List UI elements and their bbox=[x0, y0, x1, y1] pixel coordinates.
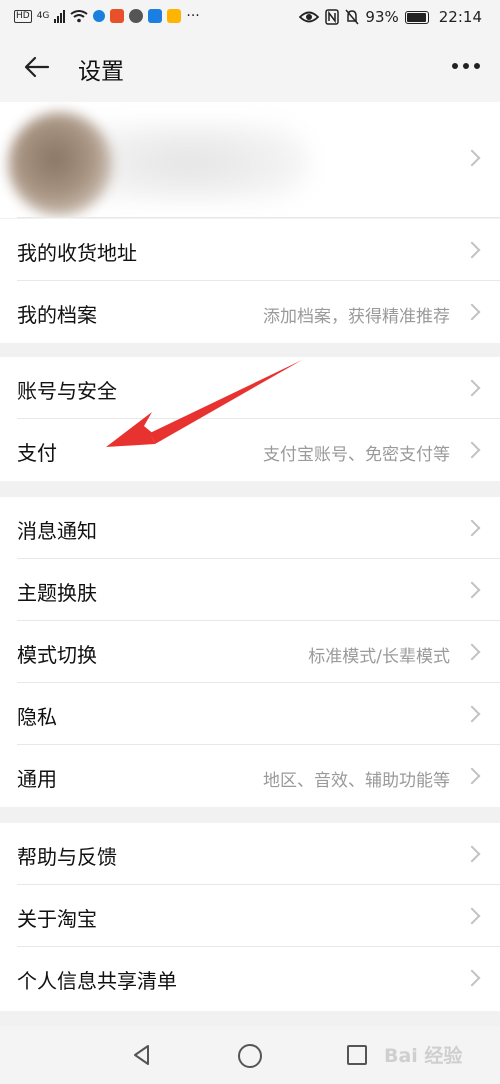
nav-home-icon[interactable] bbox=[238, 1044, 262, 1068]
menu-item-about-taobao[interactable]: 关于淘宝 bbox=[0, 885, 500, 947]
status-bar-left: HD 4G ··· bbox=[14, 8, 200, 24]
menu-item-help-feedback[interactable]: 帮助与反馈 bbox=[0, 823, 500, 885]
chevron-right-icon bbox=[463, 149, 481, 167]
chevron-right-icon bbox=[463, 581, 481, 599]
nav-back-icon[interactable] bbox=[130, 1043, 154, 1067]
battery-icon bbox=[404, 10, 429, 24]
chevron-right-icon bbox=[463, 241, 481, 259]
menu-item-notifications[interactable]: 消息通知 bbox=[0, 497, 500, 559]
menu-item-info-sharing-list[interactable]: 个人信息共享清单 bbox=[0, 947, 500, 1011]
menu-item-hint: 添加档案，获得精准推荐 bbox=[263, 307, 450, 327]
chevron-right-icon bbox=[463, 643, 481, 661]
menu-item-payment[interactable]: 支付 支付宝账号、免密支付等 bbox=[0, 419, 500, 481]
profile-card[interactable] bbox=[0, 102, 500, 218]
more-options-icon[interactable] bbox=[452, 63, 480, 69]
menu-item-label: 消息通知 bbox=[17, 519, 97, 543]
avatar bbox=[8, 112, 112, 216]
watermark: Bai 经验 bbox=[384, 1045, 463, 1067]
chevron-right-icon bbox=[463, 303, 481, 321]
status-bar: HD 4G ··· 93% 22:14 bbox=[0, 0, 500, 36]
menu-item-mode-switch[interactable]: 模式切换 标准模式/长辈模式 bbox=[0, 621, 500, 683]
app-notification-icon bbox=[129, 9, 144, 23]
nav-recents-icon[interactable] bbox=[347, 1045, 367, 1065]
app-notification-icon bbox=[93, 10, 106, 22]
menu-item-label: 模式切换 bbox=[17, 643, 97, 667]
menu-item-hint: 标准模式/长辈模式 bbox=[308, 647, 450, 667]
battery-percent: 93% bbox=[365, 8, 399, 26]
wifi-icon bbox=[70, 10, 89, 23]
hd-badge: HD bbox=[14, 9, 32, 23]
menu-item-label: 通用 bbox=[17, 767, 57, 791]
menu-item-label: 我的收货地址 bbox=[17, 241, 137, 265]
menu-item-theme[interactable]: 主题换肤 bbox=[0, 559, 500, 621]
menu-item-hint: 支付宝账号、免密支付等 bbox=[263, 445, 450, 465]
chevron-right-icon bbox=[463, 705, 481, 723]
menu-item-label: 关于淘宝 bbox=[17, 907, 97, 931]
chevron-right-icon bbox=[463, 907, 481, 925]
status-bar-right: 93% 22:14 bbox=[299, 8, 482, 26]
signal-icon bbox=[54, 9, 66, 23]
menu-item-label: 支付 bbox=[17, 441, 57, 465]
eye-icon bbox=[299, 11, 320, 23]
app-notification-icon bbox=[167, 9, 182, 23]
menu-item-privacy[interactable]: 隐私 bbox=[0, 683, 500, 745]
chevron-right-icon bbox=[463, 969, 481, 987]
menu-item-account-security[interactable]: 账号与安全 bbox=[0, 357, 500, 419]
chevron-right-icon bbox=[463, 441, 481, 459]
menu-item-hint: 地区、音效、辅助功能等 bbox=[263, 771, 450, 791]
divider bbox=[17, 217, 500, 218]
top-app-bar: 设置 bbox=[0, 36, 500, 102]
menu-item-general[interactable]: 通用 地区、音效、辅助功能等 bbox=[0, 745, 500, 807]
menu-item-my-profile[interactable]: 我的档案 添加档案，获得精准推荐 bbox=[0, 281, 500, 343]
menu-item-label: 账号与安全 bbox=[17, 379, 117, 403]
menu-item-label: 隐私 bbox=[17, 705, 57, 729]
menu-item-label: 个人信息共享清单 bbox=[17, 969, 177, 993]
menu-item-label: 帮助与反馈 bbox=[17, 845, 117, 869]
system-nav-bar: Bai 经验 bbox=[0, 1026, 500, 1084]
clock: 22:14 bbox=[438, 8, 482, 26]
back-arrow-icon[interactable] bbox=[22, 52, 52, 82]
chevron-right-icon bbox=[463, 519, 481, 537]
more-notifications-icon: ··· bbox=[186, 8, 200, 24]
menu-item-label: 主题换肤 bbox=[17, 581, 97, 605]
app-notification-icon bbox=[110, 9, 125, 23]
page-title: 设置 bbox=[78, 59, 124, 85]
chevron-right-icon bbox=[463, 379, 481, 397]
network-type: 4G bbox=[36, 10, 50, 21]
menu-item-label: 我的档案 bbox=[17, 303, 97, 327]
mute-bell-icon bbox=[345, 9, 359, 25]
chevron-right-icon bbox=[463, 845, 481, 863]
app-notification-icon bbox=[148, 9, 163, 23]
menu-item-shipping-address[interactable]: 我的收货地址 bbox=[0, 219, 500, 281]
nfc-icon bbox=[325, 9, 340, 25]
chevron-right-icon bbox=[463, 767, 481, 785]
